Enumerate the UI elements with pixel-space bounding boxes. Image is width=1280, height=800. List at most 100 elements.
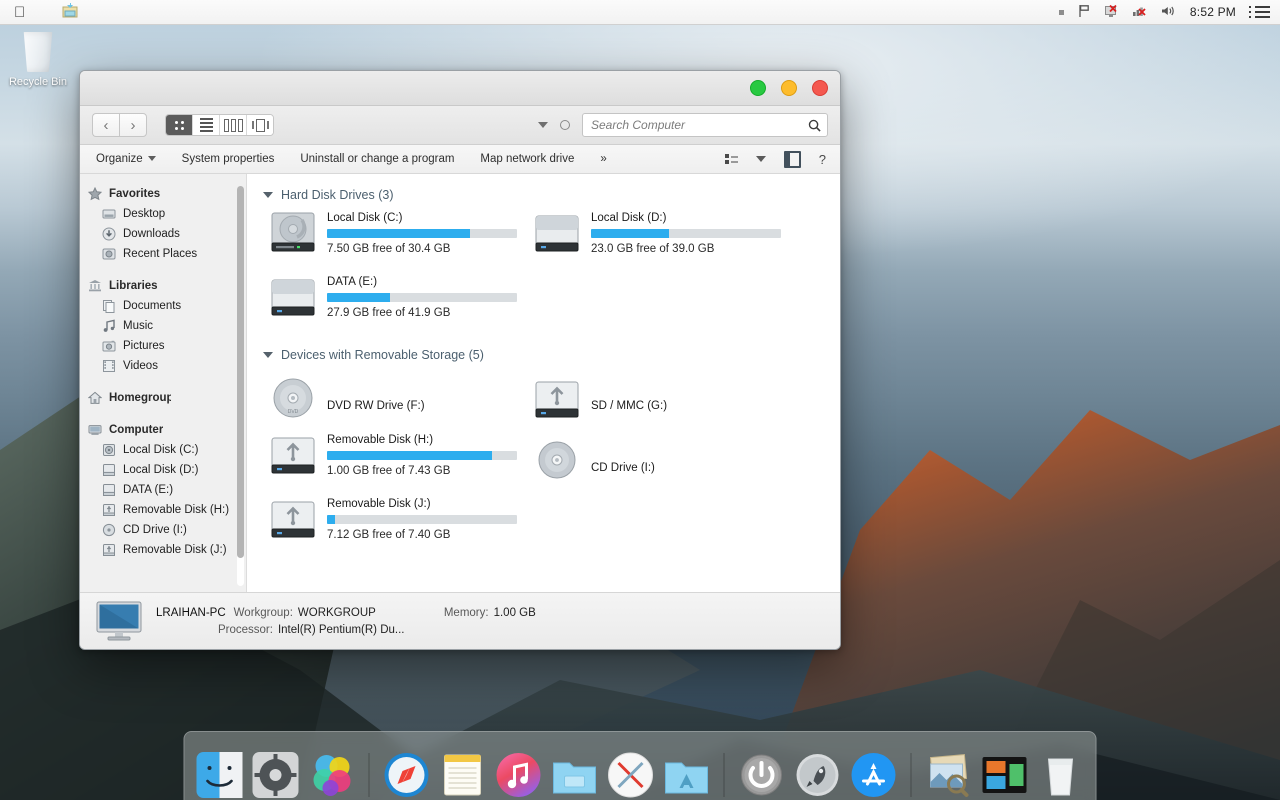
sidebar-item-removable-disk-j[interactable]: Removable Disk (J:) [80,540,246,560]
dock-item-itunes[interactable] [494,750,544,800]
drive-item[interactable]: DATA (E:) 27.9 GB free of 41.9 GB [261,274,525,332]
collapse-triangle-icon[interactable] [263,192,273,198]
drive-meta: DVD RW Drive (F:) [327,384,525,412]
gallery-view-button[interactable] [247,115,273,135]
processor-value: Intel(R) Pentium(R) Du... [277,623,405,636]
apple-logo-icon[interactable]:  [14,5,25,20]
dock-item-trash[interactable] [1036,750,1086,800]
action-center-alert-icon[interactable] [1104,4,1119,21]
drive-item[interactable]: CD Drive (I:) [525,432,789,488]
status-row-secondary: Processor: Intel(R) Pentium(R) Du... [156,624,536,636]
drive-item[interactable]: Removable Disk (H:) 1.00 GB free of 7.43… [261,432,525,490]
system-properties-button[interactable]: System properties [169,153,288,165]
drive-item[interactable]: Removable Disk (J:) 7.12 GB free of 7.40… [261,496,525,554]
icon-view-button[interactable] [166,115,193,135]
change-view-icon[interactable] [724,154,738,164]
capacity-bar [591,229,781,238]
sidebar-scrollbar-thumb[interactable] [237,186,244,558]
list-view-button[interactable] [193,115,220,135]
group-header-removable-storage[interactable]: Devices with Removable Storage (5) [263,348,830,362]
map-network-drive-button[interactable]: Map network drive [467,153,587,165]
dock-item-launchpad[interactable] [793,750,843,800]
close-button[interactable] [812,80,828,96]
column-view-button[interactable] [220,115,247,135]
sidebar-item-recent-places[interactable]: Recent Places [80,244,246,264]
sidebar-item-desktop[interactable]: Desktop [80,204,246,224]
back-button[interactable]: ‹ [92,113,119,137]
dock-item-applications-folder[interactable] [662,750,712,800]
drive-item[interactable]: DVD DVD RW Drive (F:) [261,370,525,426]
dock-item-system-preferences[interactable] [251,750,301,800]
sidebar-scrollbar[interactable] [237,186,244,586]
dock-item-preview[interactable] [924,750,974,800]
dock-item-blue-folder[interactable] [550,750,600,800]
sidebar-group-homegroup: Homegroup [80,388,246,408]
desktop-icon-label: Recycle Bin [8,76,68,88]
sidebar-item-videos[interactable]: Videos [80,356,246,376]
sidebar-item-removable-disk-h[interactable]: Removable Disk (H:) [80,500,246,520]
help-icon[interactable]: ? [819,152,826,167]
command-bar: Organize System properties Uninstall or … [80,145,840,174]
forward-button[interactable]: › [119,113,147,137]
window-titlebar[interactable] [80,71,840,106]
dock-item-mission-control[interactable] [980,750,1030,800]
dock-item-color-bubbles-app[interactable] [307,750,357,800]
cd-disc-icon [533,438,581,482]
preview-pane-icon[interactable] [783,150,801,168]
sidebar-item-data-e[interactable]: DATA (E:) [80,480,246,500]
small-square-icon[interactable] [1058,9,1064,15]
sidebar-item-cd-drive-i[interactable]: CD Drive (I:) [80,520,246,540]
drive-grid-hard-disks: Local Disk (C:) 7.50 GB free of 30.4 GB [261,210,830,338]
sidebar-item-documents[interactable]: Documents [80,296,246,316]
drive-free-text: 7.12 GB free of 7.40 GB [327,529,451,541]
action-circle-icon[interactable] [560,120,570,130]
organize-menu-button[interactable]: Organize [92,153,169,165]
dock-item-shutdown[interactable] [737,750,787,800]
dock-item-safari[interactable] [382,750,432,800]
group-header-hard-disk-drives[interactable]: Hard Disk Drives (3) [263,188,830,202]
hamburger-menu-icon[interactable] [1255,6,1270,18]
drive-item[interactable]: Local Disk (D:) 23.0 GB free of 39.0 GB [525,210,789,268]
folder-app-icon[interactable] [61,2,79,23]
view-caret-down-icon[interactable] [755,156,766,162]
volume-icon[interactable] [1161,4,1177,21]
sidebar-item-homegroup[interactable]: Homegroup [80,388,246,408]
sidebar-item-local-disk-d[interactable]: Local Disk (D:) [80,460,246,480]
capacity-bar [327,515,517,524]
usb-drive-box-icon [269,432,317,476]
collapse-triangle-icon[interactable] [263,352,273,358]
dock-item-finder[interactable] [195,750,245,800]
sidebar-item-music[interactable]: Music [80,316,246,336]
menubar-clock[interactable]: 8:52 PM [1190,5,1236,19]
drive-item[interactable]: SD / MMC (G:) [525,370,789,426]
drive-meta: SD / MMC (G:) [591,384,789,412]
sidebar-item-downloads[interactable]: Downloads [80,224,246,244]
sidebar-label: CD Drive (I:) [123,524,187,536]
drive-name: DATA (E:) [327,276,378,288]
desktop-icon-recycle-bin[interactable]: Recycle Bin [8,32,68,88]
sidebar-item-pictures[interactable]: Pictures [80,336,246,356]
memory-key: Memory: [443,606,489,619]
flag-icon[interactable] [1077,4,1091,21]
maximize-button[interactable] [750,80,766,96]
sidebar-item-local-disk-c[interactable]: Local Disk (C:) [80,440,246,460]
menubar-status-area: 8:52 PM [1058,4,1280,21]
dock-item-notes[interactable] [438,750,488,800]
sidebar-item-libraries[interactable]: Libraries [80,276,246,296]
overflow-chevrons-button[interactable]: » [587,153,619,165]
drive-item[interactable]: Local Disk (C:) 7.50 GB free of 30.4 GB [261,210,525,268]
search-input[interactable] [589,117,808,133]
usb-drive-box-icon [533,376,581,420]
file-explorer-window: ‹ › Org [79,70,841,650]
dock-item-xquartz[interactable] [606,750,656,800]
sidebar-label: DATA (E:) [123,484,174,496]
sidebar-item-favorites[interactable]: Favorites [80,184,246,204]
dock-item-app-store[interactable] [849,750,899,800]
arrange-caret-down-icon[interactable] [538,122,548,128]
minimize-button[interactable] [781,80,797,96]
uninstall-or-change-program-button[interactable]: Uninstall or change a program [287,153,467,165]
search-box[interactable] [582,113,828,137]
network-disconnected-icon[interactable] [1132,4,1148,21]
sidebar-item-computer[interactable]: Computer [80,420,246,440]
sidebar-label: Pictures [123,340,165,352]
